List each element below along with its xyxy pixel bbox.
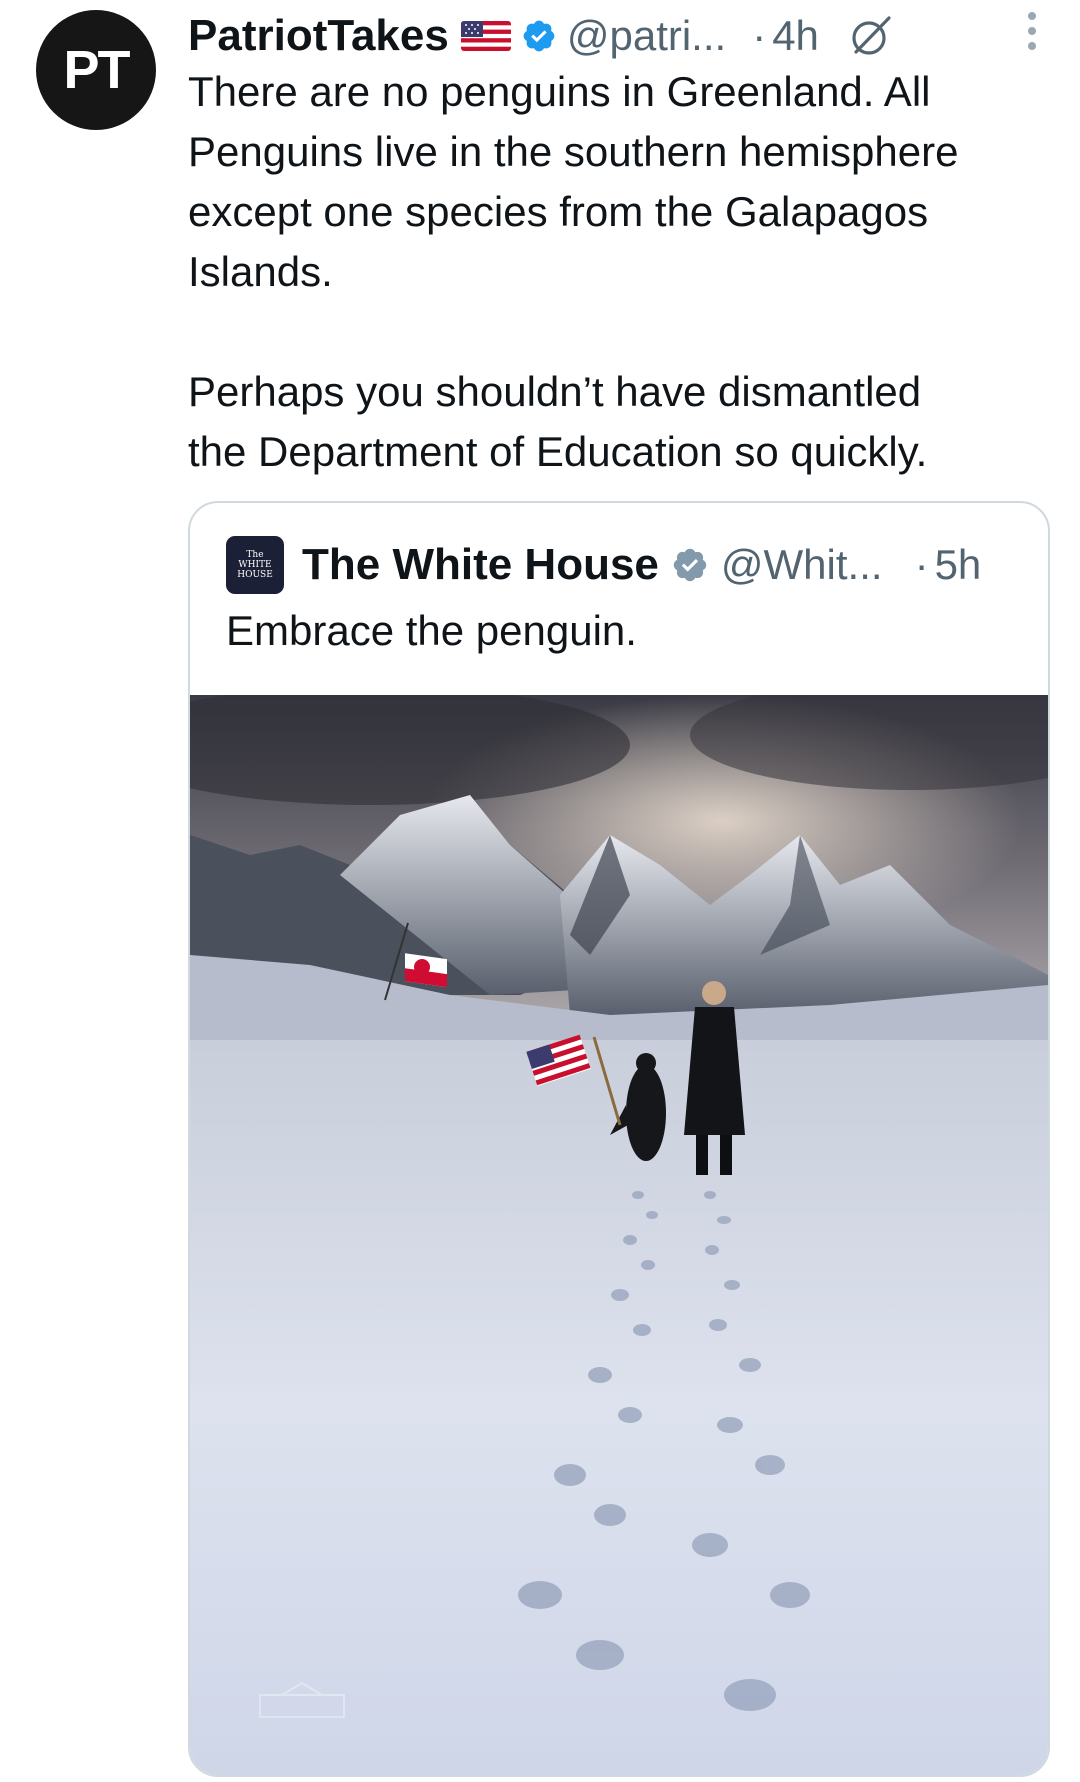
verified-government-badge-icon bbox=[673, 548, 707, 582]
quoted-separator-dot: · bbox=[914, 541, 929, 588]
tweet-text: There are no penguins in Greenland. All … bbox=[188, 68, 959, 475]
author-name[interactable]: PatriotTakes bbox=[188, 11, 449, 61]
quoted-avatar-line: WHITE bbox=[238, 560, 272, 570]
quoted-tweet-time[interactable]: 5h bbox=[935, 541, 982, 589]
verified-badge-icon bbox=[523, 20, 555, 52]
more-options-icon[interactable] bbox=[1020, 8, 1044, 54]
quoted-tweet-text: Embrace the penguin. bbox=[226, 607, 637, 654]
quoted-tweet-header: The WHITE HOUSE The White House @Whit...… bbox=[226, 533, 1028, 597]
quoted-avatar-line: The bbox=[246, 550, 264, 560]
quoted-tweet-card[interactable]: The WHITE HOUSE The White House @Whit...… bbox=[188, 501, 1050, 1777]
quoted-tweet-photo[interactable] bbox=[190, 695, 1048, 1775]
penguin-greenland-photo bbox=[190, 695, 1048, 1775]
separator-dot: · bbox=[752, 12, 767, 59]
tweet-header: PatriotTakes @patri... · 4h bbox=[188, 6, 1080, 66]
quoted-author-name[interactable]: The White House bbox=[302, 540, 659, 590]
us-flag-icon bbox=[460, 21, 511, 51]
quoted-author-handle[interactable]: @Whit... bbox=[721, 541, 883, 589]
author-handle[interactable]: @patri... bbox=[567, 12, 726, 60]
tweet-time[interactable]: 4h bbox=[772, 12, 819, 60]
author-avatar[interactable]: PT bbox=[36, 10, 156, 130]
avatar-initials: PT bbox=[63, 40, 130, 100]
quoted-author-avatar[interactable]: The WHITE HOUSE bbox=[226, 536, 284, 594]
quoted-avatar-line: HOUSE bbox=[237, 570, 273, 580]
grok-icon[interactable] bbox=[847, 12, 895, 60]
